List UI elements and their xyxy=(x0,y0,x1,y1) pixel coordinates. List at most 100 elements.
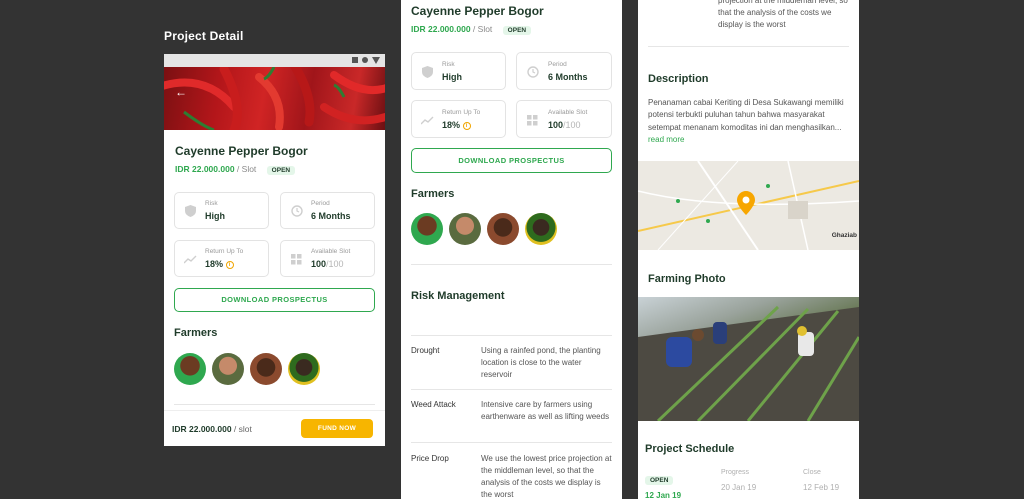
farmer-avatar[interactable] xyxy=(288,353,320,385)
project-detail-scrolled: Cayenne Pepper Bogor IDR 22.000.000 / Sl… xyxy=(401,0,622,499)
wifi-icon xyxy=(362,57,368,63)
download-prospectus-button[interactable]: DOWNLOAD PROSPECTUS xyxy=(411,148,612,173)
risk-row-value: Intensive care by farmers using earthenw… xyxy=(481,400,610,421)
risk-card: Risk High xyxy=(174,192,269,229)
farmer-avatar[interactable] xyxy=(411,213,443,245)
status-badge: OPEN xyxy=(502,26,532,35)
location-map[interactable]: Ghaziab xyxy=(638,161,859,250)
slot-value: 100 xyxy=(548,120,564,130)
risk-card: Risk High xyxy=(411,52,506,90)
return-card: Return Up To 18% i xyxy=(174,240,269,277)
project-title: Cayenne Pepper Bogor xyxy=(411,4,544,18)
farming-photo[interactable] xyxy=(638,297,859,421)
slot-label: Available Slot xyxy=(548,109,588,116)
period-card: Period 6 Months xyxy=(516,52,612,90)
risk-row-key: Price Drop xyxy=(411,454,449,463)
period-value: 6 Months xyxy=(311,211,351,221)
hero-image: ← xyxy=(164,67,385,130)
description-body: Penanaman cabai Keriting di Desa Sukawan… xyxy=(648,98,844,132)
divider xyxy=(174,404,375,405)
project-detail-screen: ← Cayenne Pepper Bogor IDR 22.000.000 / … xyxy=(164,54,385,446)
farmers-title: Farmers xyxy=(411,188,455,200)
divider xyxy=(648,46,849,47)
project-price-row: IDR 22.000.000 / Slot OPEN xyxy=(411,24,532,35)
description-text: Penanaman cabai Keriting di Desa Sukawan… xyxy=(648,97,848,147)
clock-icon xyxy=(291,205,303,217)
sheet-title: Project Detail xyxy=(164,29,244,43)
project-price: IDR 22.000.000 xyxy=(175,164,235,174)
risk-row-key: Drought xyxy=(411,346,440,355)
farmer-avatar[interactable] xyxy=(487,213,519,245)
risk-value: High xyxy=(205,211,225,221)
risk-label: Risk xyxy=(205,200,218,207)
period-card: Period 6 Months xyxy=(280,192,375,229)
risk-row-value-continued: projection at the middleman level, so th… xyxy=(718,0,848,29)
divider xyxy=(411,264,612,265)
status-bar xyxy=(164,54,385,67)
project-price-row: IDR 22.000.000 / Slot OPEN xyxy=(175,164,296,175)
slot-value-row: 100/100 xyxy=(311,259,344,269)
price-per-slot: / Slot xyxy=(236,164,257,174)
info-icon[interactable]: i xyxy=(462,121,471,130)
risk-row-value: Using a rainfed pond, the planting locat… xyxy=(481,346,601,379)
schedule-step-date: 20 Jan 19 xyxy=(721,483,757,492)
return-label: Return Up To xyxy=(442,109,481,116)
slot-value-row: 100/100 xyxy=(548,120,581,130)
schedule-step-close: Close 12 Feb 19 xyxy=(803,469,839,492)
slot-card: Available Slot 100/100 xyxy=(516,100,612,138)
schedule-step-label: OPEN xyxy=(645,476,674,485)
farming-photo-title: Farming Photo xyxy=(648,273,726,285)
battery-icon xyxy=(372,57,380,64)
slot-label: Available Slot xyxy=(311,248,351,255)
read-more-link[interactable]: read more xyxy=(648,135,684,144)
farmer-avatar[interactable] xyxy=(250,353,282,385)
schedule-step-date: 12 Jan 19 xyxy=(645,491,682,499)
schedule-step-label: Close xyxy=(803,469,821,476)
risk-label: Risk xyxy=(442,61,455,68)
trend-up-icon xyxy=(421,116,434,125)
farmers-title: Farmers xyxy=(174,327,218,339)
return-value: 18% xyxy=(205,259,224,269)
return-label: Return Up To xyxy=(205,248,244,255)
farmer-avatar[interactable] xyxy=(212,353,244,385)
period-value: 6 Months xyxy=(548,72,588,82)
bottom-price-row: IDR 22.000.000 / slot xyxy=(172,424,252,434)
risk-row: Weed Attack Intensive care by farmers us… xyxy=(411,390,612,443)
return-value-row: 18% i xyxy=(205,259,234,269)
bottom-price: IDR 22.000.000 xyxy=(172,424,232,434)
slot-value: 100 xyxy=(311,259,327,269)
farmer-avatar[interactable] xyxy=(174,353,206,385)
download-prospectus-button[interactable]: DOWNLOAD PROSPECTUS xyxy=(174,288,375,312)
shield-icon xyxy=(422,66,433,78)
grid-icon xyxy=(291,254,302,265)
project-detail-bottom: projection at the middleman level, so th… xyxy=(638,0,859,499)
risk-row: Price Drop We use the lowest price proje… xyxy=(411,443,612,499)
project-schedule-title: Project Schedule xyxy=(645,443,735,455)
slot-card: Available Slot 100/100 xyxy=(280,240,375,277)
risk-row-key: Weed Attack xyxy=(411,400,456,409)
field-illustration xyxy=(638,305,859,421)
slot-total: /100 xyxy=(326,259,344,269)
clock-icon xyxy=(527,66,539,78)
signal-icon xyxy=(352,57,358,63)
project-price: IDR 22.000.000 xyxy=(411,24,471,34)
bottom-action-bar: IDR 22.000.000 / slot FUND NOW xyxy=(164,410,385,446)
return-value: 18% xyxy=(442,120,461,130)
info-icon[interactable]: i xyxy=(225,260,234,269)
location-pin-icon[interactable] xyxy=(737,191,755,215)
pepper-illustration xyxy=(164,67,385,130)
risk-value: High xyxy=(442,72,462,82)
farmer-avatar[interactable] xyxy=(525,213,557,245)
status-badge: OPEN xyxy=(266,166,296,175)
map-city-label: Ghaziab xyxy=(831,232,857,239)
trend-up-icon xyxy=(184,255,197,264)
back-arrow-icon[interactable]: ← xyxy=(175,85,187,99)
description-title: Description xyxy=(648,73,709,85)
return-value-row: 18% i xyxy=(442,120,471,130)
fund-now-button[interactable]: FUND NOW xyxy=(301,419,373,438)
bottom-per-slot: / slot xyxy=(231,424,252,434)
grid-icon xyxy=(527,115,538,126)
shield-icon xyxy=(185,205,196,217)
period-label: Period xyxy=(548,61,567,68)
farmer-avatar[interactable] xyxy=(449,213,481,245)
